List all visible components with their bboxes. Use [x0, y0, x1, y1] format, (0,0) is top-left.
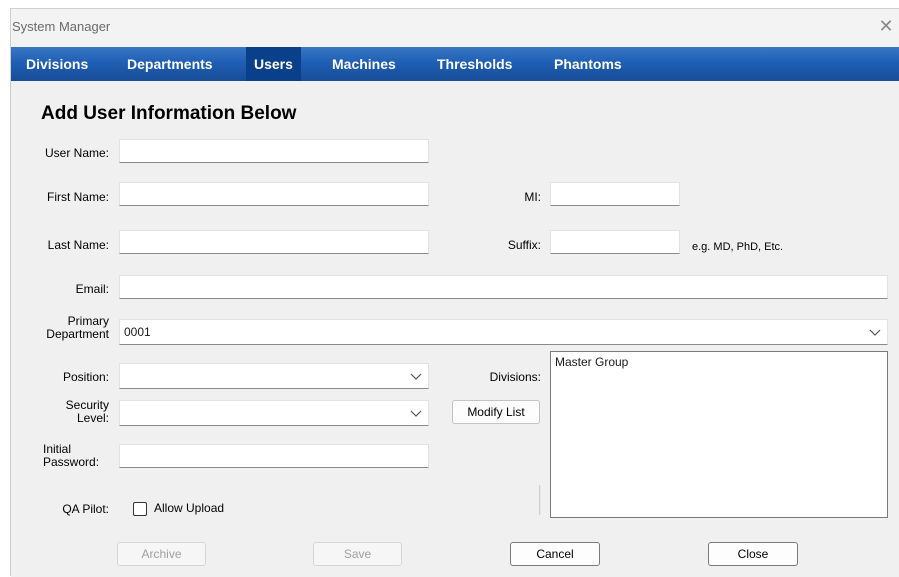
email-input[interactable]	[119, 275, 888, 299]
initial-password-label-line2: Password:	[43, 455, 100, 469]
chevron-down-icon	[410, 373, 422, 380]
last-name-label: Last Name:	[47, 238, 109, 252]
first-name-label: First Name:	[46, 190, 109, 204]
suffix-hint: e.g. MD, PhD, Etc.	[692, 241, 784, 253]
primary-department-label: Primary Department	[11, 315, 109, 341]
divisions-list[interactable]: Master Group	[550, 351, 888, 518]
user-name-input[interactable]	[119, 139, 429, 163]
allow-upload-label[interactable]: Allow Upload	[154, 502, 224, 515]
primary-department-value: 0001	[124, 325, 151, 339]
security-level-label-line2: Level:	[76, 411, 109, 425]
security-level-label: Security Level:	[11, 399, 109, 425]
tab-thresholds[interactable]: Thresholds	[429, 47, 520, 81]
position-label: Position:	[62, 370, 109, 384]
tab-phantoms[interactable]: Phantoms	[546, 47, 630, 81]
suffix-label: Suffix:	[507, 238, 541, 252]
tab-bar: Divisions Departments Users Machines Thr…	[11, 47, 899, 81]
primary-department-label-line2: Department	[46, 327, 109, 341]
chevron-down-icon	[410, 410, 422, 417]
suffix-input[interactable]	[550, 230, 680, 254]
mi-input[interactable]	[550, 182, 680, 206]
divider	[539, 485, 541, 515]
tab-divisions[interactable]: Divisions	[18, 47, 96, 81]
initial-password-label: Initial Password:	[11, 443, 109, 469]
mi-label: MI:	[524, 190, 541, 204]
security-level-select[interactable]	[119, 400, 429, 426]
modify-list-button[interactable]: Modify List	[452, 400, 540, 424]
user-name-label: User Name:	[44, 146, 109, 160]
close-button[interactable]: Close	[708, 542, 798, 566]
archive-button[interactable]: Archive	[117, 542, 206, 566]
user-form-panel: Add User Information Below User Name: Fi…	[11, 81, 899, 577]
email-label: Email:	[75, 282, 109, 296]
first-name-input[interactable]	[119, 182, 429, 206]
system-manager-window: System Manager ✕ Divisions Departments U…	[10, 8, 899, 577]
tab-machines[interactable]: Machines	[324, 47, 404, 81]
close-icon[interactable]: ✕	[876, 15, 896, 37]
divisions-label: Divisions:	[489, 370, 541, 384]
window-title: System Manager	[12, 19, 111, 34]
cancel-button[interactable]: Cancel	[510, 542, 600, 566]
list-item[interactable]: Master Group	[555, 355, 883, 369]
chevron-down-icon	[869, 329, 881, 336]
position-select[interactable]	[119, 363, 429, 389]
tab-departments[interactable]: Departments	[119, 47, 221, 81]
save-button[interactable]: Save	[313, 542, 402, 566]
last-name-input[interactable]	[119, 230, 429, 254]
tab-users[interactable]: Users	[246, 47, 301, 81]
allow-upload-checkbox[interactable]	[133, 502, 147, 516]
page-title: Add User Information Below	[41, 103, 297, 124]
initial-password-input[interactable]	[119, 444, 429, 468]
title-bar: System Manager ✕	[11, 9, 899, 47]
qa-pilot-label: QA Pilot:	[62, 502, 109, 516]
primary-department-select[interactable]: 0001	[119, 319, 888, 345]
